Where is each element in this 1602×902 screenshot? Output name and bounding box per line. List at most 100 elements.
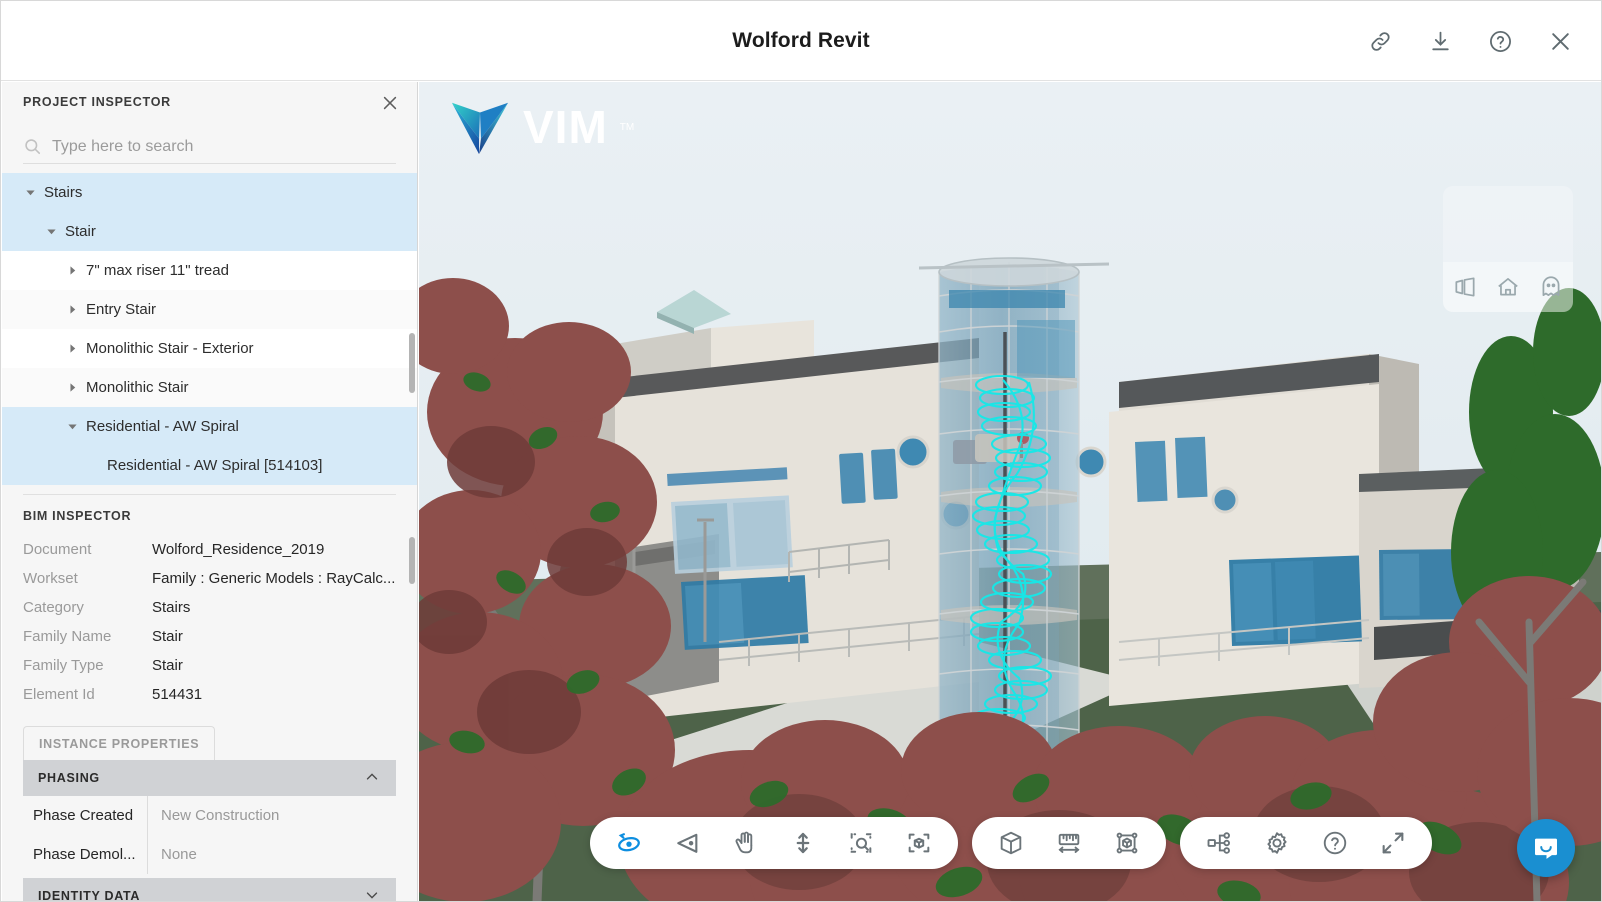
bim-property-key: Category: [23, 599, 84, 616]
search-icon: [23, 137, 42, 156]
3d-viewport[interactable]: VIM TM: [419, 82, 1601, 901]
search-row: [23, 130, 396, 164]
view-cube-widget[interactable]: [1443, 186, 1573, 262]
phasing-property-key: Phase Demol...: [33, 845, 136, 863]
group-header-phasing[interactable]: PHASING: [23, 760, 396, 796]
bim-property-key: Family Type: [23, 657, 104, 674]
tree-row[interactable]: Residential - AW Spiral: [2, 407, 417, 446]
fullscreen-icon[interactable]: [1364, 821, 1422, 865]
title-bar: Wolford Revit: [1, 1, 1601, 81]
phasing-property-row: Phase Demol... None: [23, 834, 396, 874]
tree-row-label: Entry Stair: [86, 301, 157, 318]
tree-hierarchy-icon[interactable]: [1190, 821, 1248, 865]
isolate-icon[interactable]: [1098, 821, 1156, 865]
bim-property-row: Workset Family : Generic Models : RayCalc…: [2, 564, 417, 593]
panel-title: PROJECT INSPECTOR: [23, 95, 171, 109]
caret-down-icon[interactable]: [66, 420, 79, 433]
tree-row-label: Residential - AW Spiral [514103]: [107, 457, 323, 474]
bim-property-value: Stair: [152, 628, 183, 645]
download-icon[interactable]: [1421, 22, 1459, 60]
tree-row[interactable]: Entry Stair: [2, 290, 417, 329]
close-icon[interactable]: [1541, 22, 1579, 60]
bim-property-value: 514431: [152, 686, 203, 703]
tree-row[interactable]: Stairs: [2, 173, 417, 212]
bim-property-key: Family Name: [23, 628, 112, 645]
tab-instance-properties[interactable]: INSTANCE PROPERTIES: [23, 726, 216, 760]
tree-row-label: Stairs: [44, 184, 83, 201]
bim-inspector: BIM INSPECTOR Document Wolford_Residence_…: [2, 495, 417, 709]
tree-row-label: Residential - AW Spiral: [86, 418, 239, 435]
bim-property-value: Stair: [152, 657, 183, 674]
view-nav-buttons: [1443, 262, 1573, 312]
section-box-icon[interactable]: [982, 821, 1040, 865]
bim-property-value: Stairs: [152, 599, 191, 616]
perspective-ortho-icon[interactable]: [1452, 274, 1478, 300]
bim-property-row: Document Wolford_Residence_2019: [2, 535, 417, 564]
bim-property-key: Element Id: [23, 686, 95, 703]
home-icon[interactable]: [1495, 274, 1521, 300]
bim-property-key: Document: [23, 541, 92, 558]
bim-property-row: Family Name Stair: [2, 622, 417, 651]
toolbar-tools: [971, 817, 1166, 869]
pan-hand-icon[interactable]: [716, 821, 774, 865]
chat-bubble-icon[interactable]: [1517, 819, 1575, 877]
tree-scrollbar-thumb[interactable]: [409, 333, 415, 393]
help-icon[interactable]: [1306, 821, 1364, 865]
help-icon[interactable]: [1481, 22, 1519, 60]
chevron-up-icon: [363, 768, 381, 789]
panel-header: PROJECT INSPECTOR: [2, 82, 417, 122]
panel-close-icon[interactable]: [377, 90, 403, 116]
orbit-icon[interactable]: [600, 821, 658, 865]
search-input[interactable]: [52, 137, 382, 156]
titlebar-actions: [1361, 1, 1579, 81]
caret-right-icon[interactable]: [66, 264, 79, 277]
share-link-icon[interactable]: [1361, 22, 1399, 60]
phasing-property-row: Phase Created New Construction: [23, 795, 396, 835]
viewer-toolbars: [419, 817, 1601, 869]
tree-row[interactable]: Monolithic Stair - Exterior: [2, 329, 417, 368]
caret-right-icon[interactable]: [66, 342, 79, 355]
tree-row[interactable]: Residential - AW Spiral [514103]: [2, 446, 417, 485]
ghost-icon[interactable]: [1538, 274, 1564, 300]
bim-scrollbar-thumb[interactable]: [409, 537, 415, 584]
3d-model-render: [419, 82, 1601, 901]
tree-row-label: Stair: [65, 223, 96, 240]
bim-property-row: Element Id 514431: [2, 680, 417, 709]
measure-ruler-icon[interactable]: [1040, 821, 1098, 865]
bim-property-row: Category Stairs: [2, 593, 417, 622]
vertical-pan-icon[interactable]: [774, 821, 832, 865]
group-title-phasing: PHASING: [38, 771, 100, 785]
toolbar-settings: [1179, 817, 1432, 869]
zoom-window-icon[interactable]: [832, 821, 890, 865]
bim-property-key: Workset: [23, 570, 78, 587]
bim-inspector-title: BIM INSPECTOR: [23, 509, 132, 523]
tree-row[interactable]: 7" max riser 11" tread: [2, 251, 417, 290]
chevron-down-icon: [363, 886, 381, 902]
bim-rows: Document Wolford_Residence_2019 Workset Fam…: [2, 535, 417, 709]
group-title-identity-data: IDENTITY DATA: [38, 889, 141, 902]
toolbar-navigation: [589, 817, 958, 869]
caret-down-icon[interactable]: [45, 225, 58, 238]
bim-property-row: Family Type Stair: [2, 651, 417, 680]
caret-right-icon[interactable]: [66, 381, 79, 394]
project-inspector-sidebar: PROJECT INSPECTOR Stairs Stair 7" max rise…: [2, 82, 418, 902]
vim-viewer-app: Wolford Revit PROJECT INSPECTOR Type her…: [0, 0, 1602, 902]
property-tabs: INSTANCE PROPERTIES: [23, 726, 396, 760]
phasing-property-value[interactable]: New Construction: [147, 795, 396, 835]
tree-row[interactable]: Stair: [2, 212, 417, 251]
tree-row-label: 7" max riser 11" tread: [86, 262, 229, 279]
zoom-to-fit-icon[interactable]: [890, 821, 948, 865]
element-tree[interactable]: Stairs Stair 7" max riser 11" tread Entry S…: [2, 173, 417, 494]
group-header-identity-data[interactable]: IDENTITY DATA: [23, 878, 396, 902]
tree-row[interactable]: Monolithic Stair: [2, 368, 417, 407]
phasing-property-value[interactable]: None: [147, 834, 396, 874]
tree-row-label: Monolithic Stair - Exterior: [86, 340, 254, 357]
phasing-property-key: Phase Created: [33, 806, 134, 824]
caret-right-icon[interactable]: [66, 303, 79, 316]
look-around-icon[interactable]: [658, 821, 716, 865]
gear-icon[interactable]: [1248, 821, 1306, 865]
caret-down-icon[interactable]: [24, 186, 37, 199]
tree-row-label: Monolithic Stair: [86, 379, 189, 396]
group-rows-phasing: Phase Created New Construction Phase Demol…: [23, 795, 396, 874]
bim-property-value: Family : Generic Models : RayCalc...: [152, 570, 396, 587]
